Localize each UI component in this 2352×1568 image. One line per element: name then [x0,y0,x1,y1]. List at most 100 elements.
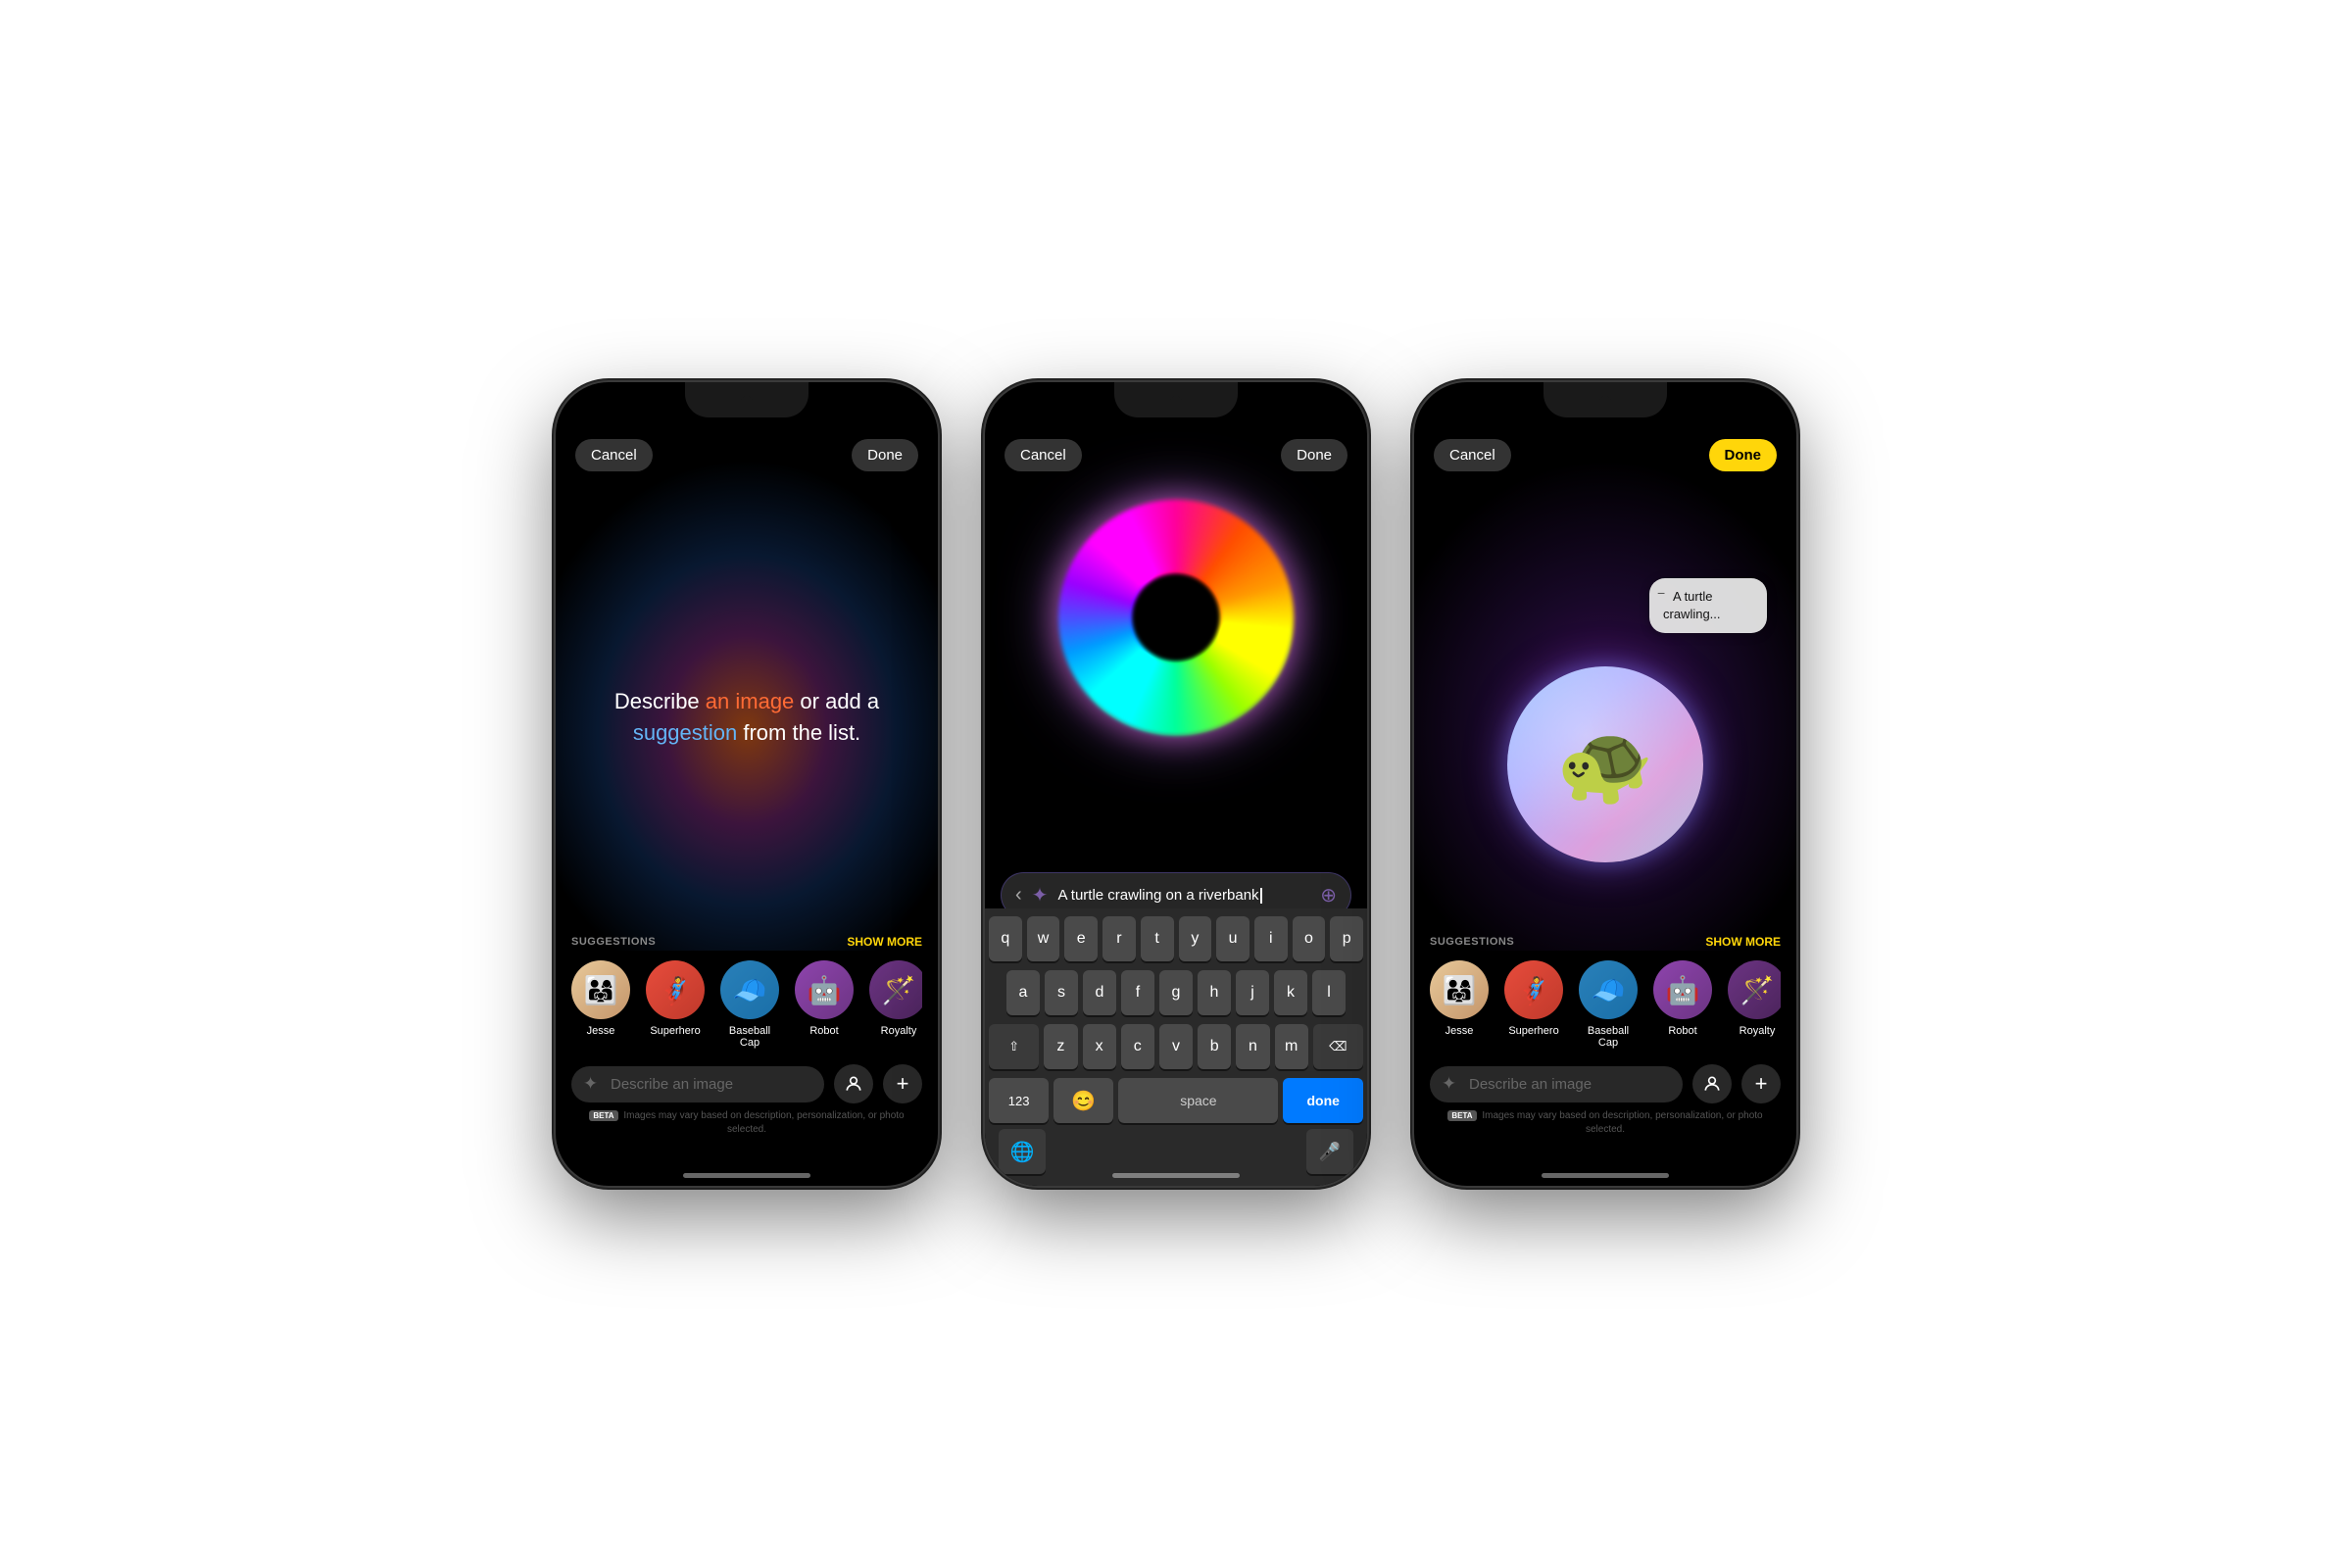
suggestion-baseball-1[interactable]: 🧢 Baseball Cap [720,960,779,1049]
cancel-button-1[interactable]: Cancel [575,439,653,471]
key-r[interactable]: r [1102,916,1136,961]
avatar-robot-1: 🤖 [795,960,854,1019]
key-m[interactable]: m [1275,1024,1308,1069]
back-arrow-icon[interactable]: ‹ [1015,884,1022,906]
beta-note-1: BETA Images may vary based on descriptio… [571,1109,922,1137]
key-space[interactable]: space [1118,1078,1278,1123]
text-suggestion: suggestion [633,720,737,745]
image-gen-icon-1: ✦ [583,1074,598,1095]
key-y[interactable]: y [1179,916,1212,961]
key-done[interactable]: done [1283,1078,1363,1123]
key-u[interactable]: u [1216,916,1250,961]
suggestions-header-3: SUGGESTIONS SHOW MORE [1430,935,1781,949]
phone-2-screen: Cancel Done ‹ ✦ A turtle crawling on a r… [985,382,1367,1186]
key-b[interactable]: b [1198,1024,1231,1069]
key-d[interactable]: d [1083,970,1116,1015]
key-q[interactable]: q [989,916,1022,961]
suggestions-list-1: 👨‍👩‍👧 Jesse 🦸 Superhero 🧢 Baseball Cap 🤖… [571,960,922,1049]
keyboard-area: q w e r t y u i o p a s d f g [985,908,1367,1186]
done-button-2[interactable]: Done [1281,439,1348,471]
suggestion-robot-3[interactable]: 🤖 Robot [1653,960,1712,1049]
key-o[interactable]: o [1293,916,1326,961]
input-wrapper-1: ✦ Describe an image [571,1066,824,1102]
suggestion-superhero-3[interactable]: 🦸 Superhero [1504,960,1563,1049]
phone-2: Cancel Done ‹ ✦ A turtle crawling on a r… [985,382,1367,1186]
avatar-royalty-1: 🪄 [869,960,922,1019]
text-describe: Describe [614,689,706,713]
key-j[interactable]: j [1236,970,1269,1015]
phones-container: Cancel Done Describe an image or add a s… [556,382,1796,1186]
suggestion-name-baseball-1: Baseball Cap [720,1025,779,1049]
suggestion-royalty-1[interactable]: 🪄 Royalty [869,960,922,1049]
text-an-image: an image [706,689,795,713]
key-i[interactable]: i [1254,916,1288,961]
turtle-speech-bubble: A turtle crawling... [1649,578,1767,633]
done-button-1[interactable]: Done [852,439,918,471]
key-w[interactable]: w [1027,916,1060,961]
person-button-3[interactable] [1692,1064,1732,1103]
bottom-input-area-1: ✦ Describe an image + BE [571,1064,922,1137]
suggestion-name-royalty-1: Royalty [881,1025,917,1037]
suggestion-superhero-1[interactable]: 🦸 Superhero [646,960,705,1049]
suggestion-jesse-3[interactable]: 👨‍👩‍👧 Jesse [1430,960,1489,1049]
key-z[interactable]: z [1044,1024,1077,1069]
key-c[interactable]: c [1121,1024,1154,1069]
bottom-input-area-3: ✦ Describe an image + BE [1430,1064,1781,1137]
key-a[interactable]: a [1006,970,1040,1015]
text-from-list: from the list. [737,720,860,745]
key-v[interactable]: v [1159,1024,1193,1069]
plus-button-3[interactable]: + [1741,1064,1781,1103]
done-button-3[interactable]: Done [1709,439,1778,471]
suggestion-jesse-1[interactable]: 👨‍👩‍👧 Jesse [571,960,630,1049]
text-cursor [1260,888,1262,904]
rainbow-donut [1058,500,1294,735]
key-shift[interactable]: ⇧ [989,1024,1039,1069]
cancel-button-3[interactable]: Cancel [1434,439,1511,471]
upload-icon[interactable]: ⊕ [1320,883,1337,907]
cancel-button-2[interactable]: Cancel [1004,439,1082,471]
key-k[interactable]: k [1274,970,1307,1015]
input-row-3: ✦ Describe an image + [1430,1064,1781,1103]
search-input-text[interactable]: A turtle crawling on a riverbank [1057,887,1310,904]
beta-badge-3: BETA [1447,1110,1476,1121]
avatar-baseball-1: 🧢 [720,960,779,1019]
show-more-button-3[interactable]: SHOW MORE [1705,935,1781,949]
suggestions-label-3: SUGGESTIONS [1430,936,1514,948]
text-or-add: or add a [794,689,879,713]
key-n[interactable]: n [1236,1024,1269,1069]
input-row-1: ✦ Describe an image + [571,1064,922,1103]
key-x[interactable]: x [1083,1024,1116,1069]
suggestions-section-1: SUGGESTIONS SHOW MORE 👨‍👩‍👧 Jesse 🦸 Supe… [556,935,938,1049]
person-button-1[interactable] [834,1064,873,1103]
show-more-button-1[interactable]: SHOW MORE [847,935,922,949]
key-backspace[interactable]: ⌫ [1313,1024,1363,1069]
key-globe[interactable]: 🌐 [999,1129,1046,1174]
key-123[interactable]: 123 [989,1078,1049,1123]
suggestion-baseball-3[interactable]: 🧢 Baseball Cap [1579,960,1638,1049]
key-s[interactable]: s [1045,970,1078,1015]
key-e[interactable]: e [1064,916,1098,961]
image-gen-icon-3: ✦ [1442,1074,1456,1095]
key-p[interactable]: p [1330,916,1363,961]
key-h[interactable]: h [1198,970,1231,1015]
plus-button-1[interactable]: + [883,1064,922,1103]
suggestion-name-jesse-1: Jesse [587,1025,615,1037]
phone-1-screen: Cancel Done Describe an image or add a s… [556,382,938,1186]
avatar-baseball-3: 🧢 [1579,960,1638,1019]
camera-dot-1 [741,396,753,408]
describe-input-1[interactable]: Describe an image [571,1066,824,1102]
suggestions-list-3: 👨‍👩‍👧 Jesse 🦸 Superhero 🧢 Baseball Cap 🤖… [1430,960,1781,1049]
key-l[interactable]: l [1312,970,1346,1015]
key-t[interactable]: t [1141,916,1174,961]
suggestion-robot-1[interactable]: 🤖 Robot [795,960,854,1049]
key-emoji[interactable]: 😊 [1054,1078,1113,1123]
suggestion-royalty-3[interactable]: 🪄 Royalty [1728,960,1781,1049]
suggestion-name-robot-1: Robot [809,1025,838,1037]
keyboard-row-4: 123 😊 space done [989,1078,1363,1123]
describe-input-3[interactable]: Describe an image [1430,1066,1683,1102]
suggestion-name-robot-3: Robot [1668,1025,1696,1037]
beta-note-3: BETA Images may vary based on descriptio… [1430,1109,1781,1137]
key-f[interactable]: f [1121,970,1154,1015]
key-mic[interactable]: 🎤 [1306,1129,1353,1174]
key-g[interactable]: g [1159,970,1193,1015]
